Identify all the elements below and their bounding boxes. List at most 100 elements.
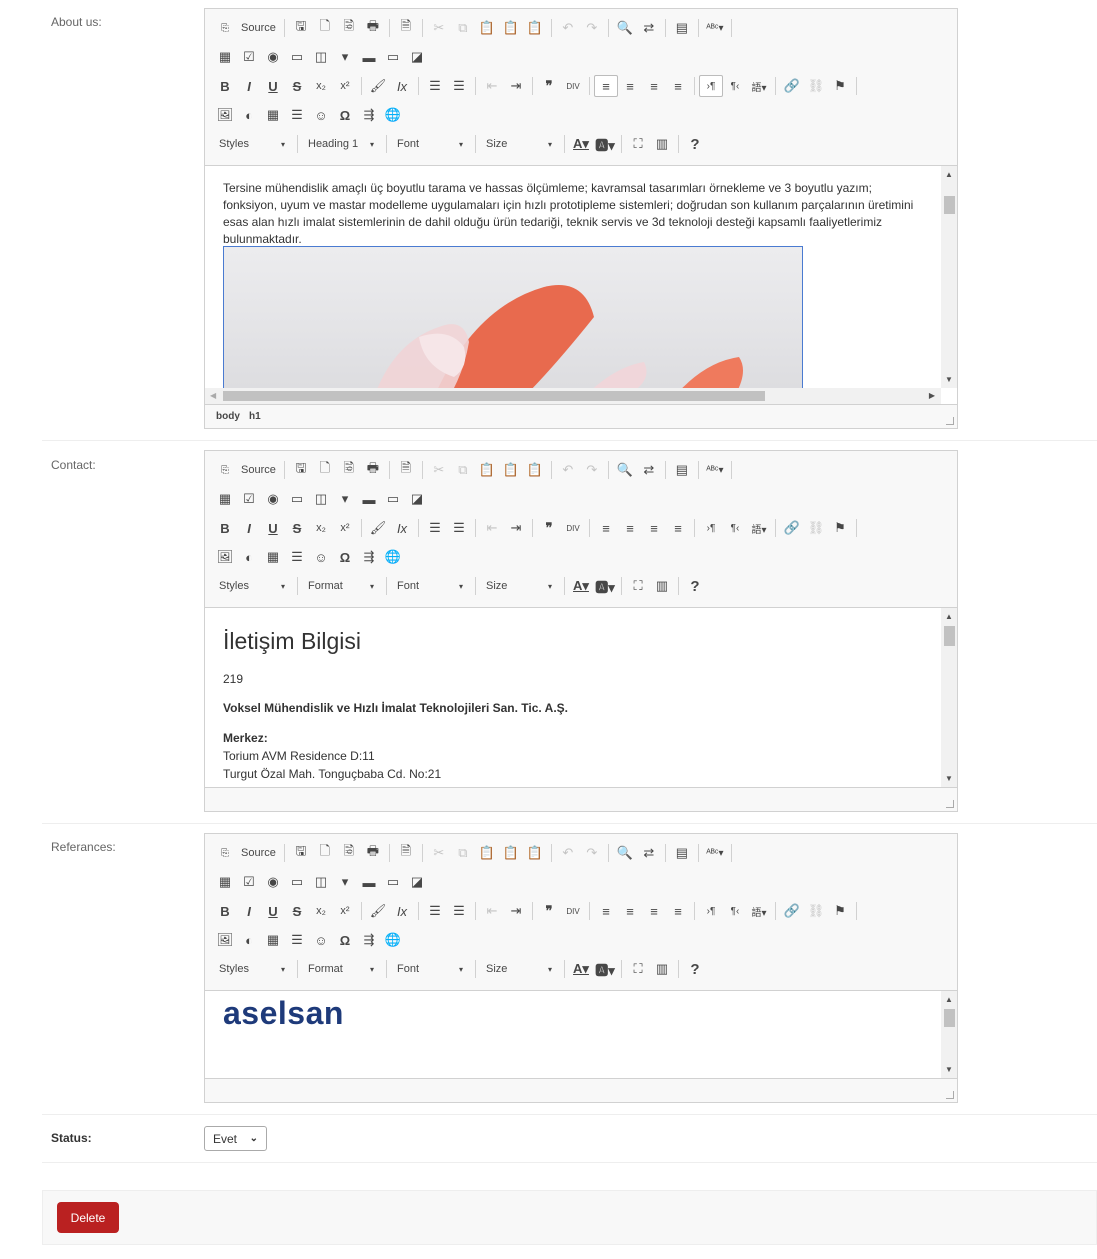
print-icon[interactable]: 🖶 [361,17,385,39]
table-icon[interactable]: ▦ [261,546,285,568]
align-right-icon[interactable]: ≡ [642,517,666,539]
help-icon[interactable]: ? [683,958,707,980]
div-icon[interactable]: DIV [561,517,585,539]
replace-icon[interactable]: ⇄ [637,17,661,39]
save-icon[interactable]: 🖫 [289,17,313,39]
align-left-icon[interactable]: ≡ [594,900,618,922]
underline-icon[interactable]: U [261,517,285,539]
language-icon[interactable]: 語▾ [747,900,771,922]
align-right-icon[interactable]: ≡ [642,75,666,97]
bulleted-list-icon[interactable]: ☰ [447,75,471,97]
bulleted-list-icon[interactable]: ☰ [447,900,471,922]
bulleted-list-icon[interactable]: ☰ [447,517,471,539]
new-page-icon[interactable]: 🗋 [313,842,337,864]
outdent-icon[interactable]: ⇤ [480,517,504,539]
paste-text-icon[interactable]: 📋 [499,842,523,864]
outdent-icon[interactable]: ⇤ [480,75,504,97]
redo-icon[interactable]: ↷ [580,17,604,39]
special-char-icon[interactable]: Ω [333,104,357,126]
rtl-icon[interactable]: ¶‹ [723,75,747,97]
styles-combo[interactable]: Styles ▾ [213,133,291,155]
copy-icon[interactable]: ⧉ [451,17,475,39]
anchor-icon[interactable]: ⚑ [828,900,852,922]
source-icon[interactable]: ⎘ [213,842,237,864]
paste-icon[interactable]: 📋 [475,17,499,39]
div-icon[interactable]: DIV [561,900,585,922]
textfield-icon[interactable]: ▭ [285,871,309,893]
subscript-icon[interactable]: x₂ [309,517,333,539]
italic-icon[interactable]: I [237,517,261,539]
source-button[interactable]: Source [237,17,280,39]
radio-icon[interactable]: ◉ [261,488,285,510]
styles-combo[interactable]: Styles ▾ [213,575,291,597]
link-icon[interactable]: 🔗 [780,517,804,539]
preview-icon[interactable]: 🗟 [337,459,361,481]
subscript-icon[interactable]: x₂ [309,75,333,97]
remove-format-icon[interactable]: Ix [390,900,414,922]
indent-icon[interactable]: ⇥ [504,75,528,97]
paste-word-icon[interactable]: 📋 [523,842,547,864]
page-break-icon[interactable]: ⇶ [357,929,381,951]
size-combo[interactable]: Size ▾ [480,575,558,597]
italic-icon[interactable]: I [237,75,261,97]
horizontal-rule-icon[interactable]: ☰ [285,546,309,568]
cut-icon[interactable]: ✂ [427,842,451,864]
justify-icon[interactable]: ≡ [666,517,690,539]
undo-icon[interactable]: ↶ [556,17,580,39]
subscript-icon[interactable]: x₂ [309,900,333,922]
resize-handle[interactable] [946,800,954,808]
align-center-icon[interactable]: ≡ [618,75,642,97]
path-body[interactable]: body [216,411,240,422]
cut-icon[interactable]: ✂ [427,459,451,481]
special-char-icon[interactable]: Ω [333,929,357,951]
image-button-icon[interactable]: ▭ [381,871,405,893]
font-combo[interactable]: Font ▾ [391,133,469,155]
preview-icon[interactable]: 🗟 [337,842,361,864]
status-select[interactable]: Evet ⌄ [204,1126,267,1151]
templates-icon[interactable]: 🗎 [394,459,418,481]
horizontal-rule-icon[interactable]: ☰ [285,104,309,126]
superscript-icon[interactable]: x² [333,75,357,97]
checkbox-icon[interactable]: ☑ [237,488,261,510]
flash-icon[interactable]: ◐ [237,104,261,126]
flash-icon[interactable]: ◐ [237,546,261,568]
about-hscroll[interactable]: ◀ ▶ [205,388,941,404]
page-break-icon[interactable]: ⇶ [357,104,381,126]
div-icon[interactable]: DIV [561,75,585,97]
remove-format-icon[interactable]: Ix [390,517,414,539]
checkbox-icon[interactable]: ☑ [237,46,261,68]
paste-icon[interactable]: 📋 [475,842,499,864]
paste-text-icon[interactable]: 📋 [499,459,523,481]
spellcheck-icon[interactable]: ᴬᴮᶜ▾ [703,842,727,864]
find-icon[interactable]: 🔍 [613,842,637,864]
smiley-icon[interactable]: ☺ [309,929,333,951]
anchor-icon[interactable]: ⚑ [828,75,852,97]
about-vscroll[interactable]: ▲ ▼ [941,166,957,388]
resize-handle[interactable] [946,1091,954,1099]
spellcheck-icon[interactable]: ᴬᴮᶜ▾ [703,459,727,481]
language-icon[interactable]: 語▾ [747,75,771,97]
indent-icon[interactable]: ⇥ [504,517,528,539]
path-h1[interactable]: h1 [249,411,261,422]
image-button-icon[interactable]: ▭ [381,46,405,68]
link-icon[interactable]: 🔗 [780,900,804,922]
new-page-icon[interactable]: 🗋 [313,17,337,39]
bg-color-icon[interactable]: 🅰▾ [593,958,617,980]
format-combo[interactable]: Format ▾ [302,958,380,980]
radio-icon[interactable]: ◉ [261,46,285,68]
redo-icon[interactable]: ↷ [580,842,604,864]
language-icon[interactable]: 語▾ [747,517,771,539]
smiley-icon[interactable]: ☺ [309,104,333,126]
undo-icon[interactable]: ↶ [556,459,580,481]
numbered-list-icon[interactable]: ☰ [423,517,447,539]
text-color-icon[interactable]: A▾ [569,958,593,980]
font-combo[interactable]: Font ▾ [391,958,469,980]
select-all-icon[interactable]: ▤ [670,17,694,39]
button-icon[interactable]: ▬ [357,871,381,893]
maximize-icon[interactable]: ⛶ [626,133,650,155]
source-icon[interactable]: ⎘ [213,17,237,39]
select-all-icon[interactable]: ▤ [670,459,694,481]
form-icon[interactable]: ▦ [213,488,237,510]
spellcheck-icon[interactable]: ᴬᴮᶜ▾ [703,17,727,39]
copy-format-icon[interactable]: 🖌 [366,900,390,922]
